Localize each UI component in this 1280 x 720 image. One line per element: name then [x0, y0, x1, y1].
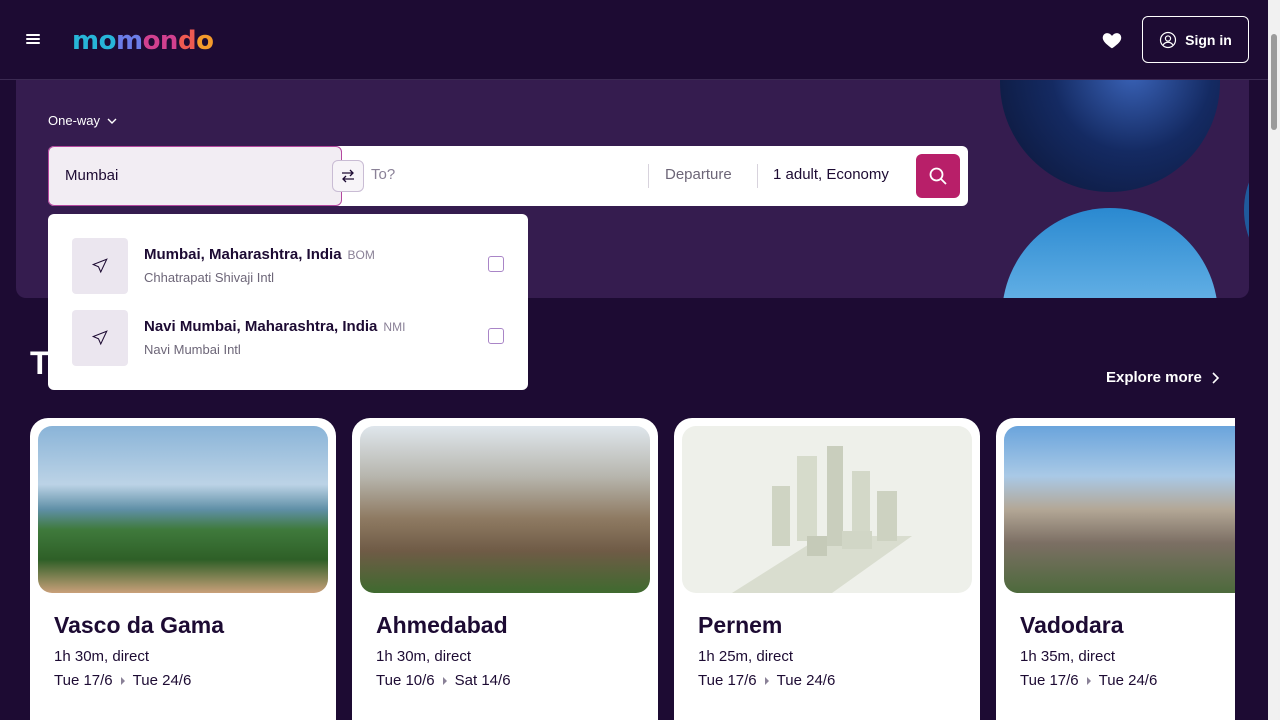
trip-type-select[interactable]: One-way: [48, 113, 118, 128]
explore-more-label: Explore more: [1106, 369, 1202, 386]
destination-placeholder-city-illustration: [682, 426, 972, 593]
section-title: T: [30, 345, 50, 381]
suggestion-checkbox[interactable]: [488, 328, 504, 344]
divider: [648, 164, 649, 188]
destination-city: Pernem: [698, 612, 783, 638]
arrow-right-icon: [1086, 676, 1091, 685]
user-icon: [1160, 31, 1177, 48]
sign-in-label: Sign in: [1185, 31, 1232, 48]
depart-date: Tue 10/6: [376, 672, 435, 689]
suggestion-name-text: Navi Mumbai, Maharashtra, India: [144, 318, 378, 335]
flight-duration: 1h 30m, direct: [54, 648, 150, 665]
airplane-icon: [72, 238, 128, 294]
search-button[interactable]: [916, 154, 960, 198]
suggestion-name: Mumbai, Maharashtra, India BOM: [144, 246, 375, 263]
return-date: Tue 24/6: [132, 672, 192, 689]
suggestion-airport: Navi Mumbai Intl: [144, 342, 241, 357]
return-date: Tue 24/6: [776, 672, 836, 689]
destination-photo-beach: [38, 426, 328, 593]
logo-part: o: [196, 26, 214, 56]
airport-code: BOM: [347, 248, 375, 262]
divider: [757, 164, 758, 188]
destination-input[interactable]: To?: [371, 166, 395, 183]
flight-duration: 1h 25m, direct: [698, 648, 794, 665]
destination-city: Vasco da Gama: [54, 612, 225, 638]
menu-icon[interactable]: [26, 34, 40, 46]
flight-search-bar: Mumbai To? Departure 1 adult, Economy: [48, 146, 968, 206]
origin-input[interactable]: Mumbai: [48, 146, 342, 206]
suggestion-name-text: Mumbai, Maharashtra, India: [144, 246, 342, 263]
destination-card[interactable]: Pernem 1h 25m, direct Tue 17/6 Tue 24/6: [674, 418, 980, 720]
destination-card[interactable]: Ahmedabad 1h 30m, direct Tue 10/6 Sat 14/…: [352, 418, 658, 720]
suggestion-item[interactable]: Navi Mumbai, Maharashtra, India NMI Navi …: [72, 310, 512, 366]
flight-duration: 1h 35m, direct: [1020, 648, 1116, 665]
depart-date: Tue 17/6: [1020, 672, 1079, 689]
flight-duration: 1h 30m, direct: [376, 648, 472, 665]
depart-date: Tue 17/6: [54, 672, 113, 689]
scrollbar-thumb[interactable]: [1271, 34, 1277, 130]
heart-icon[interactable]: [1101, 29, 1123, 51]
trip-dates: Tue 17/6 Tue 24/6: [698, 672, 835, 689]
arrow-right-icon: [442, 676, 447, 685]
sign-in-button[interactable]: Sign in: [1142, 16, 1249, 63]
destination-city: Ahmedabad: [376, 612, 508, 638]
suggestion-name: Navi Mumbai, Maharashtra, India NMI: [144, 318, 405, 335]
logo-part: on: [142, 26, 179, 56]
explore-more-link[interactable]: Explore more: [1106, 369, 1220, 386]
hero-image-partial: [1244, 160, 1249, 260]
departure-date-field[interactable]: Departure: [665, 166, 732, 183]
destination-photo-city: [1004, 426, 1235, 593]
destination-card[interactable]: Vadodara 1h 35m, direct Tue 17/6 Tue 24/6: [996, 418, 1235, 720]
destination-card[interactable]: Vasco da Gama 1h 30m, direct Tue 17/6 Tue…: [30, 418, 336, 720]
city-illustration-icon: [732, 446, 912, 593]
hero-image-airplane-cabin: [1000, 80, 1220, 192]
trip-dates: Tue 17/6 Tue 24/6: [1020, 672, 1157, 689]
arrow-right-icon: [120, 676, 125, 685]
swap-arrows-icon: [342, 169, 354, 183]
search-icon: [929, 167, 947, 185]
logo-part: d: [177, 26, 197, 56]
airplane-icon: [72, 310, 128, 366]
chevron-down-icon: [107, 118, 117, 124]
arrow-right-icon: [764, 676, 769, 685]
suggestion-airport: Chhatrapati Shivaji Intl: [144, 270, 275, 285]
chevron-right-icon: [1212, 371, 1220, 384]
momondo-logo[interactable]: momondo: [72, 26, 214, 56]
logo-part: mo: [72, 26, 116, 56]
airport-code: NMI: [383, 320, 406, 334]
suggestion-item[interactable]: Mumbai, Maharashtra, India BOM Chhatrapat…: [72, 238, 512, 294]
logo-part: m: [115, 26, 143, 56]
page-scrollbar[interactable]: [1268, 0, 1280, 720]
origin-suggestions-dropdown: Mumbai, Maharashtra, India BOM Chhatrapat…: [48, 214, 528, 390]
swap-button[interactable]: [332, 160, 364, 192]
destination-photo-temple: [360, 426, 650, 593]
return-date: Sat 14/6: [454, 672, 511, 689]
trip-dates: Tue 17/6 Tue 24/6: [54, 672, 191, 689]
trip-type-label: One-way: [48, 113, 101, 128]
depart-date: Tue 17/6: [698, 672, 757, 689]
suggestion-checkbox[interactable]: [488, 256, 504, 272]
travellers-cabin-field[interactable]: 1 adult, Economy: [773, 166, 889, 183]
trip-dates: Tue 10/6 Sat 14/6: [376, 672, 511, 689]
hero-image-mountains: [1002, 208, 1218, 298]
top-header: momondo Sign in: [0, 0, 1268, 80]
return-date: Tue 24/6: [1098, 672, 1158, 689]
destination-city: Vadodara: [1020, 612, 1124, 638]
